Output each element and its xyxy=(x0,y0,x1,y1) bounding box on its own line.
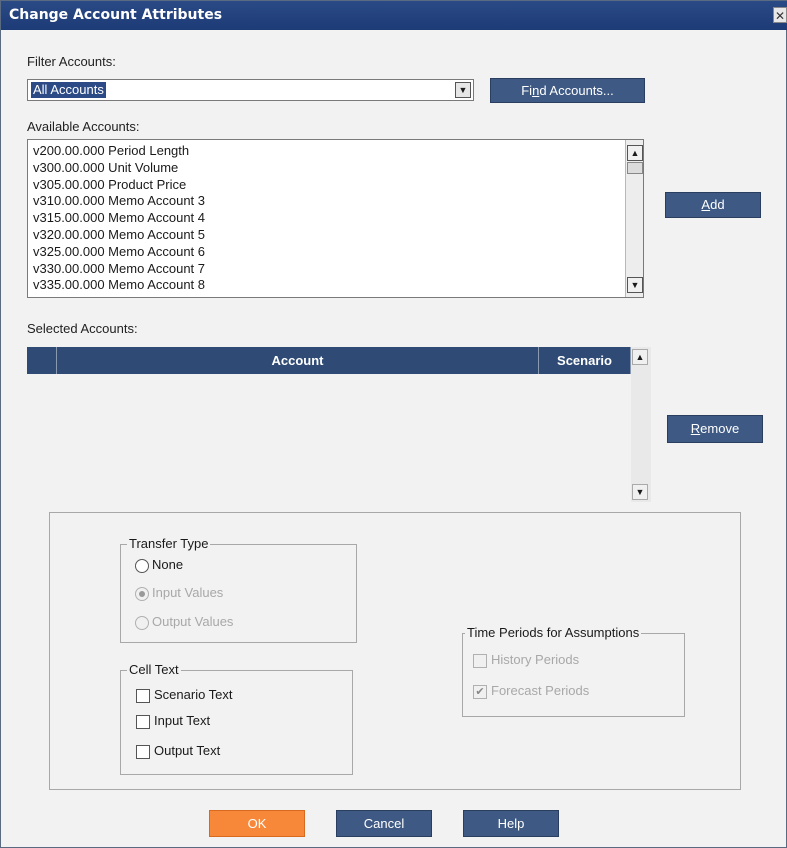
add-label-mnemonic: A xyxy=(701,197,711,212)
chevron-down-icon[interactable]: ▼ xyxy=(455,82,471,98)
radio-circle-icon[interactable] xyxy=(135,558,149,573)
arrow-up-icon[interactable]: ▲ xyxy=(632,349,648,365)
filter-accounts-value: All Accounts xyxy=(31,82,106,98)
grid-header: Account Scenario xyxy=(27,347,631,374)
remove-label-mnemonic: R xyxy=(690,421,701,436)
time-periods-title: Time Periods for Assumptions xyxy=(465,625,642,640)
radio-output-values: Output Values xyxy=(135,614,233,630)
radio-input-values: Input Values xyxy=(135,585,223,601)
radio-none-label: None xyxy=(152,557,184,572)
list-item[interactable]: v330.00.000 Memo Account 7 xyxy=(33,261,205,278)
selected-accounts-grid[interactable]: Account Scenario xyxy=(27,347,631,484)
checkbox-history-periods: History Periods xyxy=(473,652,579,668)
checkbox-forecast-periods: ✔ Forecast Periods xyxy=(473,683,589,699)
cell-text-title: Cell Text xyxy=(127,662,181,677)
add-button[interactable]: Add xyxy=(665,192,761,218)
available-accounts-label: Available Accounts: xyxy=(27,119,140,134)
time-periods-group: Time Periods for Assumptions History Per… xyxy=(462,625,685,717)
column-header-account[interactable]: Account xyxy=(57,347,539,374)
remove-label-post: emove xyxy=(700,421,740,436)
list-item[interactable]: v335.00.000 Memo Account 8 xyxy=(33,277,205,294)
list-item[interactable]: v320.00.000 Memo Account 5 xyxy=(33,227,205,244)
checkbox-input-text[interactable]: Input Text xyxy=(136,713,210,729)
column-header-selector xyxy=(27,347,57,374)
checkbox-icon[interactable] xyxy=(136,688,150,703)
list-item[interactable]: v325.00.000 Memo Account 6 xyxy=(33,244,205,261)
find-accounts-label-pre: Fi xyxy=(521,83,533,98)
radio-circle-icon xyxy=(135,615,149,630)
arrow-down-icon[interactable]: ▼ xyxy=(632,484,648,500)
transfer-type-group: Transfer Type None Input Values Output V… xyxy=(120,536,357,643)
checkbox-icon xyxy=(473,653,487,668)
checkbox-output-text[interactable]: Output Text xyxy=(136,743,220,759)
selected-accounts-scrollbar[interactable]: ▲ ▼ xyxy=(631,347,651,502)
add-label-post: dd xyxy=(710,197,725,212)
available-accounts-list[interactable]: v200.00.000 Period Length v300.00.000 Un… xyxy=(27,139,644,298)
list-item[interactable]: v315.00.000 Memo Account 4 xyxy=(33,210,205,227)
ok-button[interactable]: OK xyxy=(209,810,305,837)
list-item[interactable]: v310.00.000 Memo Account 3 xyxy=(33,193,205,210)
checkbox-icon[interactable] xyxy=(136,714,150,729)
checkmark-icon: ✔ xyxy=(473,684,487,699)
checkbox-history-periods-label: History Periods xyxy=(491,652,580,667)
checkbox-scenario-text[interactable]: Scenario Text xyxy=(136,687,233,703)
change-account-attributes-dialog: Change Account Attributes ✕ Filter Accou… xyxy=(0,0,787,848)
dialog-title: Change Account Attributes xyxy=(9,7,223,23)
checkbox-scenario-text-label: Scenario Text xyxy=(154,687,233,702)
arrow-down-icon[interactable]: ▼ xyxy=(627,277,643,293)
checkbox-icon[interactable] xyxy=(136,744,150,759)
arrow-up-icon[interactable]: ▲ xyxy=(627,145,643,161)
list-item[interactable]: v305.00.000 Product Price xyxy=(33,177,205,194)
checkbox-input-text-label: Input Text xyxy=(154,713,211,728)
title-bar: Change Account Attributes ✕ xyxy=(1,1,787,30)
transfer-type-title: Transfer Type xyxy=(127,536,211,551)
filter-accounts-label: Filter Accounts: xyxy=(27,54,116,69)
radio-input-values-label: Input Values xyxy=(152,585,224,600)
checkbox-output-text-label: Output Text xyxy=(154,743,221,758)
list-item[interactable]: v200.00.000 Period Length xyxy=(33,143,205,160)
scroll-thumb[interactable] xyxy=(627,162,643,174)
selected-accounts-label: Selected Accounts: xyxy=(27,321,138,336)
radio-selected-icon xyxy=(135,586,149,601)
checkbox-forecast-periods-label: Forecast Periods xyxy=(491,683,590,698)
cancel-button[interactable]: Cancel xyxy=(336,810,432,837)
radio-output-values-label: Output Values xyxy=(152,614,234,629)
close-icon[interactable]: ✕ xyxy=(773,7,787,23)
remove-button[interactable]: Remove xyxy=(667,415,763,443)
help-button[interactable]: Help xyxy=(463,810,559,837)
filter-accounts-select[interactable]: All Accounts ▼ xyxy=(27,79,474,101)
column-header-scenario[interactable]: Scenario xyxy=(539,347,631,374)
list-item[interactable]: v300.00.000 Unit Volume xyxy=(33,160,205,177)
cell-text-group: Cell Text Scenario Text Input Text Outpu… xyxy=(120,662,353,775)
find-accounts-label-post: d Accounts... xyxy=(539,83,614,98)
available-accounts-items: v200.00.000 Period Length v300.00.000 Un… xyxy=(33,143,205,294)
find-accounts-button[interactable]: Find Accounts... xyxy=(490,78,645,103)
radio-none[interactable]: None xyxy=(135,557,183,573)
available-accounts-scrollbar[interactable]: ▲ ▼ xyxy=(625,140,643,297)
